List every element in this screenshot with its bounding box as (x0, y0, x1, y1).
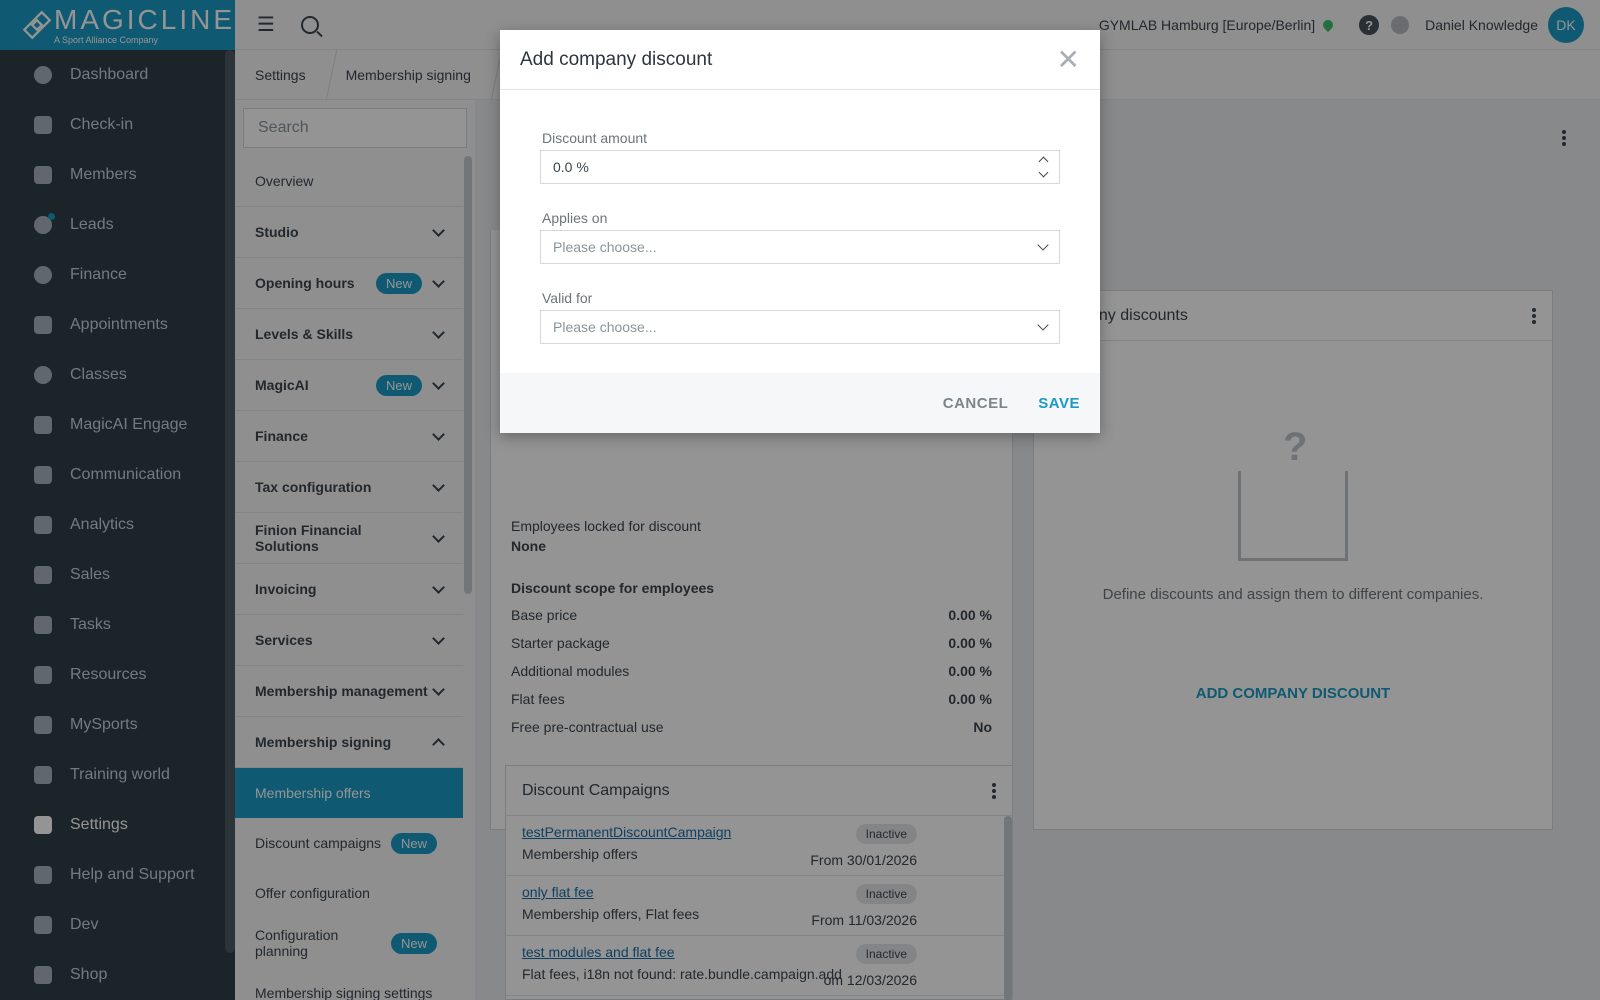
number-stepper[interactable] (1038, 156, 1049, 178)
close-icon[interactable]: ✕ (1057, 45, 1080, 74)
decrement-icon[interactable] (1038, 167, 1049, 178)
chevron-down-icon (1037, 239, 1049, 251)
applies-on-select[interactable]: Please choose... (540, 230, 1060, 264)
dialog-title: Add company discount (520, 48, 713, 70)
increment-icon[interactable] (1038, 156, 1049, 167)
discount-amount-label: Discount amount (542, 130, 648, 146)
add-company-discount-dialog: Add company discount ✕ Discount amount 0… (500, 30, 1100, 433)
applies-on-placeholder: Please choose... (553, 239, 657, 255)
save-button[interactable]: SAVE (1038, 395, 1080, 412)
valid-for-select[interactable]: Please choose... (540, 310, 1060, 344)
applies-on-label: Applies on (542, 210, 608, 226)
cancel-button[interactable]: CANCEL (943, 395, 1009, 412)
valid-for-label: Valid for (542, 290, 593, 306)
chevron-down-icon (1037, 319, 1049, 331)
discount-amount-field[interactable]: 0.0 % (540, 150, 1060, 184)
discount-amount-value: 0.0 % (553, 159, 589, 175)
valid-for-placeholder: Please choose... (553, 319, 657, 335)
